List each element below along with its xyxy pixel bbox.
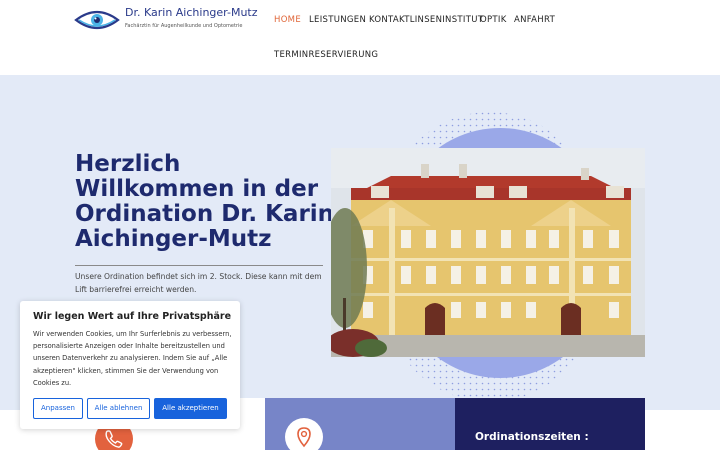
hero-divider [75,265,323,266]
building-photo [331,148,645,357]
nav-leistungen[interactable]: LEISTUNGEN [309,15,366,25]
cookie-text: Wir verwenden Cookies, um Ihr Surferlebn… [33,330,232,387]
cookie-consent-banner: Wir legen Wert auf Ihre Privatsphäre Wir… [20,301,240,429]
logo-title: Dr. Karin Aichinger-Mutz [125,6,258,19]
hero-title: Herzlich Willkommen in der Ordination Dr… [75,151,335,252]
logo-subtitle: Fachärztin für Augenheilkunde und Optome… [125,23,243,29]
nav-terminreservierung[interactable]: TERMINRESERVIERUNG [274,50,378,60]
cookie-reject-button[interactable]: Alle ablehnen [87,398,150,419]
main-nav: HOME LEISTUNGEN KONTAKTLINSENINSTITUT OP… [268,0,568,75]
location-pin-icon[interactable] [285,418,323,450]
nav-kontaktlinseninstitut[interactable]: KONTAKTLINSENINSTITUT [369,15,483,25]
cookie-customize-button[interactable]: Anpassen [33,398,83,419]
eye-logo-icon [74,10,120,30]
nav-anfahrt[interactable]: ANFAHRT [514,15,555,25]
nav-optik[interactable]: OPTIK [480,15,507,25]
nav-home[interactable]: HOME [274,15,301,25]
cookie-accept-button[interactable]: Alle akzeptieren [154,398,227,419]
site-header: Dr. Karin Aichinger-Mutz Fachärztin für … [0,0,720,75]
cookie-title: Wir legen Wert auf Ihre Privatsphäre [33,311,232,322]
site-logo[interactable]: Dr. Karin Aichinger-Mutz Fachärztin für … [74,6,258,36]
hero-text: Unsere Ordination befindet sich im 2. St… [75,272,322,294]
hours-title: Ordinationszeiten : [475,431,589,443]
